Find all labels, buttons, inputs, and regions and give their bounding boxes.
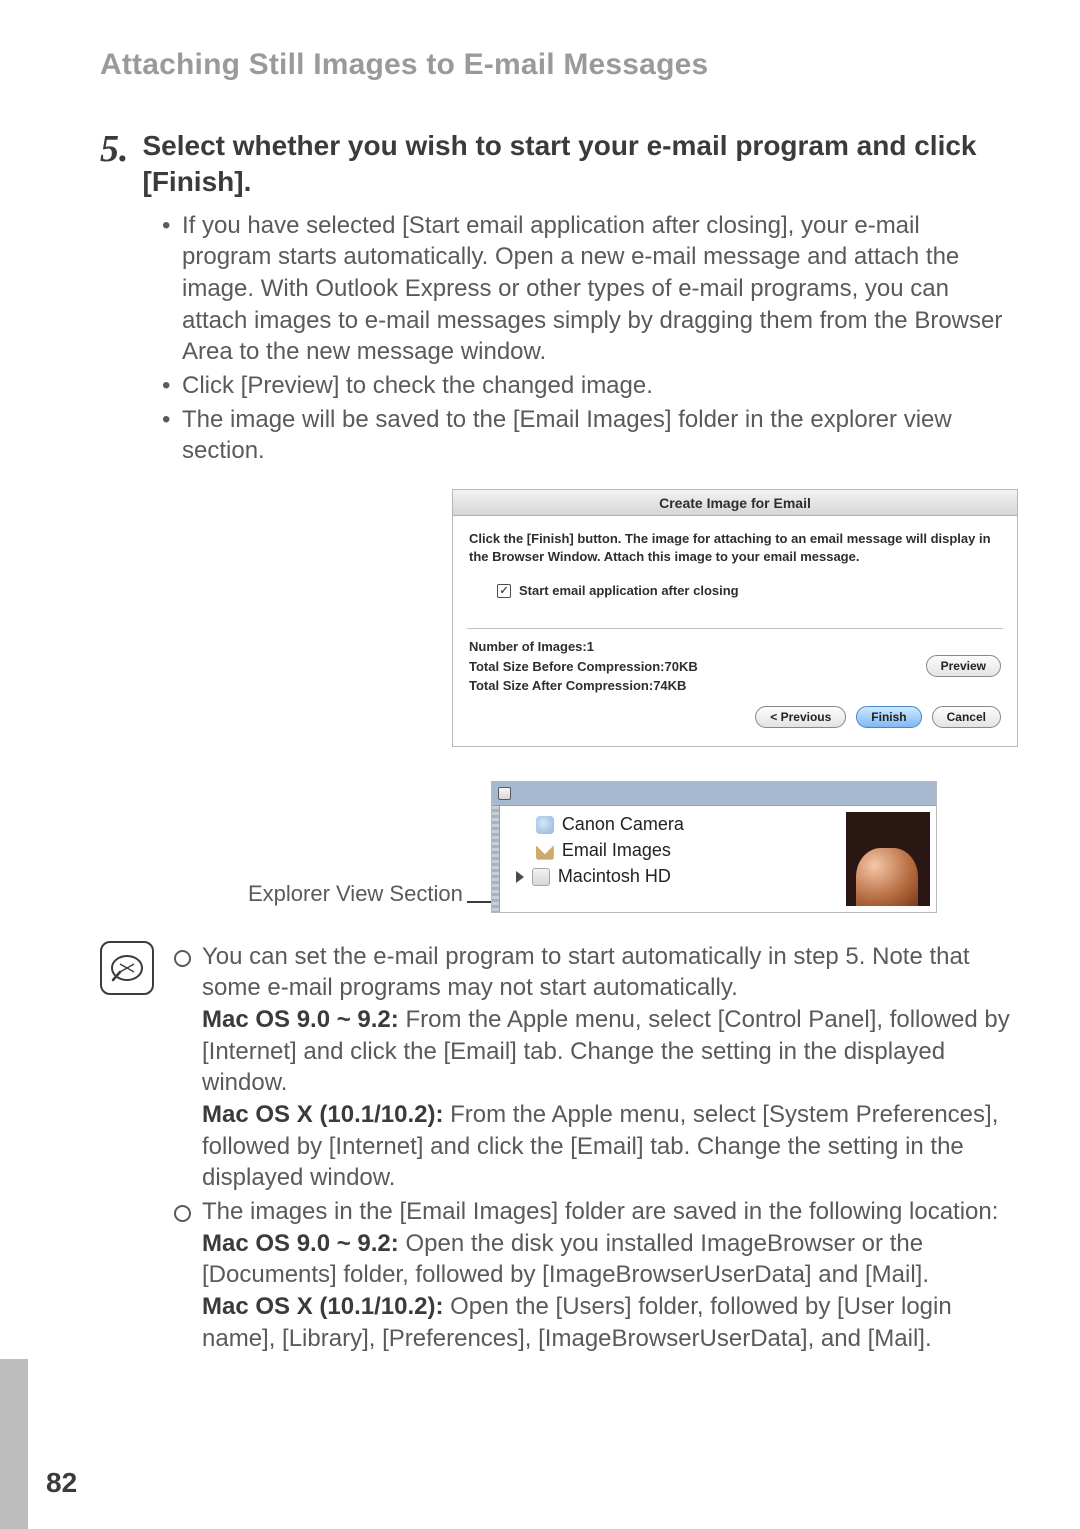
dialog-create-image-for-email: Create Image for Email Click the [Finish… <box>452 489 1018 747</box>
size-before: Total Size Before Compression:70KB <box>469 657 698 677</box>
page-edge-tab <box>0 1359 28 1529</box>
note-item: You can set the e-mail program to start … <box>174 941 1012 1194</box>
size-after: Total Size After Compression:74KB <box>469 676 698 696</box>
section-title: Attaching Still Images to E-mail Message… <box>100 48 1012 82</box>
callout-line <box>467 901 491 903</box>
thumbnail-image <box>846 812 930 906</box>
finish-button[interactable]: Finish <box>856 706 921 728</box>
disclosure-triangle-icon[interactable] <box>516 871 524 883</box>
dialog-instruction: Click the [Finish] button. The image for… <box>469 530 1001 565</box>
previous-button[interactable]: < Previous <box>755 706 846 728</box>
dialog-title: Create Image for Email <box>453 490 1017 516</box>
note-item: The images in the [Email Images] folder … <box>174 1196 1012 1354</box>
preview-button[interactable]: Preview <box>926 655 1001 677</box>
checkbox-start-email[interactable]: ✓ <box>497 584 511 598</box>
cancel-button[interactable]: Cancel <box>932 706 1001 728</box>
num-images: Number of Images:1 <box>469 637 698 657</box>
bullet-item: If you have selected [Start email applic… <box>162 210 1012 368</box>
mail-folder-icon <box>536 842 554 860</box>
list-item-label: Macintosh HD <box>558 866 671 887</box>
explorer-view-label: Explorer View Section <box>248 881 463 907</box>
disk-icon <box>532 868 550 886</box>
page-number: 82 <box>46 1467 77 1499</box>
note-icon <box>100 941 154 995</box>
checkbox-label: Start email application after closing <box>519 583 739 598</box>
camera-icon <box>536 816 554 834</box>
panel-toggle-icon[interactable] <box>498 787 511 800</box>
step-number: 5. <box>100 130 129 168</box>
list-item-label: Email Images <box>562 840 671 861</box>
list-item-label: Canon Camera <box>562 814 684 835</box>
bullet-item: Click [Preview] to check the changed ima… <box>162 370 1012 402</box>
bullet-item: The image will be saved to the [Email Im… <box>162 404 1012 467</box>
explorer-view-panel: Canon Camera Email Images Macintosh HD <box>491 781 937 913</box>
step-heading: Select whether you wish to start your e-… <box>143 128 1013 200</box>
